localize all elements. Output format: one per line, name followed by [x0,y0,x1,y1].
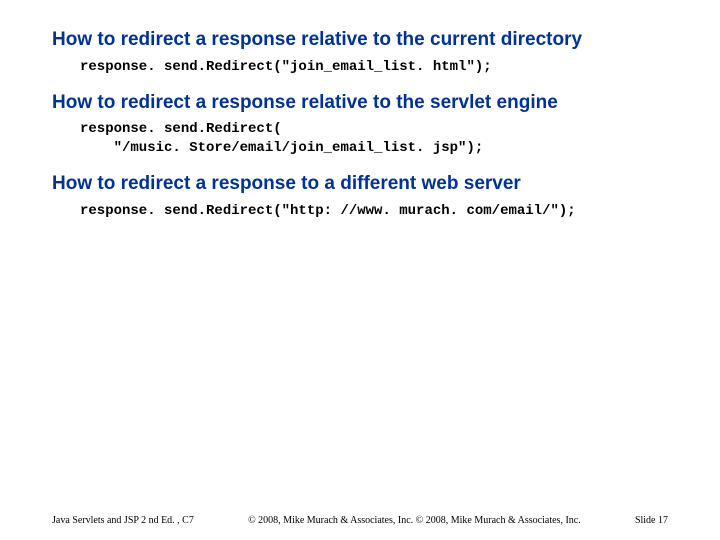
section-2: How to redirect a response relative to t… [52,91,668,159]
code-3: response. send.Redirect("http: //www. mu… [80,202,668,221]
footer-left: Java Servlets and JSP 2 nd Ed. , C7 [52,515,194,526]
slide: How to redirect a response relative to t… [0,0,720,540]
heading-3: How to redirect a response to a differen… [52,172,668,196]
footer-center: © 2008, Mike Murach & Associates, Inc. ©… [194,515,635,527]
code-2: response. send.Redirect( "/music. Store/… [80,120,668,158]
footer-right: Slide 17 [635,515,668,526]
section-3: How to redirect a response to a differen… [52,172,668,221]
section-1: How to redirect a response relative to t… [52,28,668,77]
code-1: response. send.Redirect("join_email_list… [80,58,668,77]
footer: Java Servlets and JSP 2 nd Ed. , C7 © 20… [0,515,720,527]
heading-2: How to redirect a response relative to t… [52,91,668,115]
heading-1: How to redirect a response relative to t… [52,28,668,52]
